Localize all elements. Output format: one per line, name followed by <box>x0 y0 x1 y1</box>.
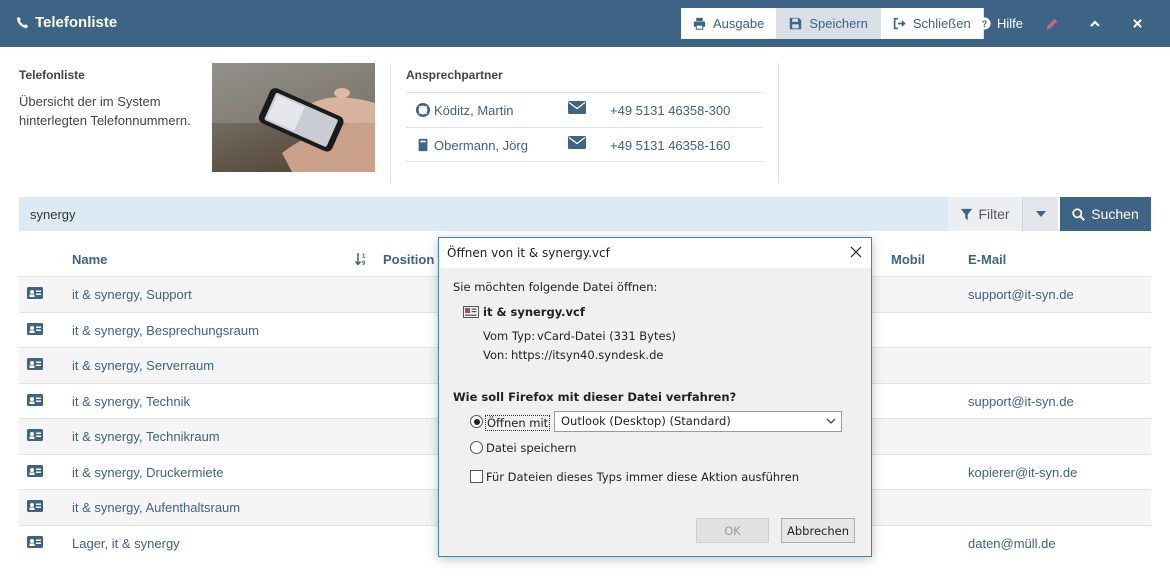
svg-text:1: 1 <box>362 254 366 260</box>
ok-button[interactable]: OK <box>696 518 769 543</box>
open-with-label[interactable]: Öffnen mit <box>485 415 551 431</box>
schliessen-button[interactable]: Schließen <box>880 8 984 39</box>
chevron-down-icon <box>826 418 836 424</box>
row-name: it & synergy, Druckermiete <box>72 465 224 480</box>
row-email[interactable]: kopierer@it-syn.de <box>968 465 1077 480</box>
dialog-titlebar[interactable]: Öffnen von it & synergy.vcf <box>439 238 871 268</box>
row-email[interactable]: daten@müll.de <box>968 536 1056 551</box>
ausgabe-button[interactable]: Ausgabe <box>681 8 778 39</box>
filter-dropdown-button[interactable] <box>1022 197 1058 231</box>
row-name: it & synergy, Aufenthaltsraum <box>72 500 241 515</box>
phone-photo <box>212 63 375 172</box>
svg-text:?: ? <box>982 19 987 29</box>
vcard-icon[interactable] <box>27 500 43 512</box>
row-name: Lager, it & synergy <box>72 536 180 551</box>
cancel-button[interactable]: Abbrechen <box>781 518 855 543</box>
always-action-checkbox[interactable] <box>470 470 483 483</box>
always-action-label[interactable]: Für Dateien dieses Typs immer diese Akti… <box>486 470 799 484</box>
app-title-label: Telefonliste <box>35 14 118 31</box>
contact-row: Obermann, Jörg +49 5131 46358-160 <box>406 127 763 162</box>
row-name: it & synergy, Serverraum <box>72 358 215 373</box>
row-email[interactable]: support@it-syn.de <box>968 394 1074 409</box>
search-button[interactable]: Suchen <box>1060 197 1151 231</box>
envelope-icon[interactable] <box>568 136 586 149</box>
question-circle-icon: ? <box>978 17 991 30</box>
dialog-type-label: Vom Typ: <box>483 329 536 343</box>
info-description: Übersicht der im System hinterlegten Tel… <box>19 94 191 128</box>
caret-down-icon <box>1035 211 1046 217</box>
phone-icon <box>16 16 29 29</box>
open-with-radio[interactable] <box>470 415 483 428</box>
row-name: it & synergy, Besprechungsraum <box>72 323 259 338</box>
speichern-button[interactable]: Speichern <box>777 8 881 39</box>
toolbar: Ausgabe Speichern Schließen <box>681 8 984 39</box>
save-file-label[interactable]: Datei speichern <box>486 441 576 455</box>
dialog-filename: it & synergy.vcf <box>483 305 585 319</box>
dialog-title: Öffnen von it & synergy.vcf <box>447 246 610 260</box>
collapse-button[interactable] <box>1089 0 1101 47</box>
dialog-prompt: Sie möchten folgende Datei öffnen: <box>453 280 658 294</box>
contact-row: Köditz, Martin +49 5131 46358-300 <box>406 92 763 127</box>
vcard-file-icon <box>463 306 479 318</box>
open-with-select[interactable]: Outlook (Desktop) (Standard) <box>554 411 842 432</box>
close-icon <box>1133 19 1142 28</box>
dialog-question: Wie soll Firefox mit dieser Datei verfah… <box>453 390 737 404</box>
column-header-name[interactable]: Name <box>72 252 107 267</box>
edit-button[interactable] <box>1045 0 1059 47</box>
life-ring-icon <box>416 103 430 117</box>
contact-name[interactable]: Obermann, Jörg <box>434 138 528 153</box>
contact-phone[interactable]: +49 5131 46358-300 <box>610 103 730 118</box>
column-header-position[interactable]: Position <box>383 252 434 267</box>
close-button[interactable] <box>1132 0 1143 47</box>
column-header-email[interactable]: E-Mail <box>968 252 1006 267</box>
print-icon <box>693 17 706 30</box>
vcard-icon[interactable] <box>27 429 43 441</box>
envelope-icon[interactable] <box>568 101 586 114</box>
info-title: Telefonliste <box>19 68 85 82</box>
contacts-title: Ansprechpartner <box>406 68 503 82</box>
sort-icon[interactable]: 19 <box>355 252 368 266</box>
app-title: Telefonliste <box>16 14 117 31</box>
row-name: it & synergy, Technik <box>72 394 191 409</box>
vcard-icon[interactable] <box>27 465 43 477</box>
search-input[interactable] <box>19 197 948 231</box>
divider <box>390 63 391 183</box>
contact-name[interactable]: Köditz, Martin <box>434 103 513 118</box>
vcard-icon[interactable] <box>27 287 43 299</box>
vcard-icon[interactable] <box>27 323 43 335</box>
vcard-icon[interactable] <box>27 536 43 548</box>
svg-text:9: 9 <box>362 261 366 266</box>
filter-button[interactable]: Filter <box>948 197 1022 231</box>
vcard-icon[interactable] <box>27 358 43 370</box>
save-file-radio[interactable] <box>470 441 483 454</box>
row-email[interactable]: support@it-syn.de <box>968 287 1074 302</box>
column-header-mobil[interactable]: Mobil <box>891 252 925 267</box>
filter-icon <box>961 208 973 220</box>
row-name: it & synergy, Support <box>72 287 192 302</box>
contact-phone[interactable]: +49 5131 46358-160 <box>610 138 730 153</box>
divider <box>778 63 779 183</box>
save-icon <box>790 17 802 30</box>
sign-out-icon <box>893 17 906 30</box>
search-icon <box>1072 207 1086 221</box>
file-open-dialog: Öffnen von it & synergy.vcf Sie möchten … <box>438 237 872 557</box>
chevron-up-icon <box>1090 19 1100 27</box>
row-name: it & synergy, Technikraum <box>72 429 220 444</box>
vcard-icon[interactable] <box>27 394 43 406</box>
hilfe-button[interactable]: ? Hilfe <box>978 0 1023 47</box>
dialog-from-label: Von: <box>483 348 509 362</box>
close-icon[interactable] <box>849 245 863 259</box>
top-bar: Telefonliste Ausgabe Speichern Schließen… <box>0 0 1170 47</box>
dialog-from-value: https://itsyn40.syndesk.de <box>511 348 664 362</box>
book-icon <box>418 138 428 152</box>
pencil-icon <box>1046 18 1058 29</box>
dialog-type-value: vCard-Datei (331 Bytes) <box>537 329 677 343</box>
